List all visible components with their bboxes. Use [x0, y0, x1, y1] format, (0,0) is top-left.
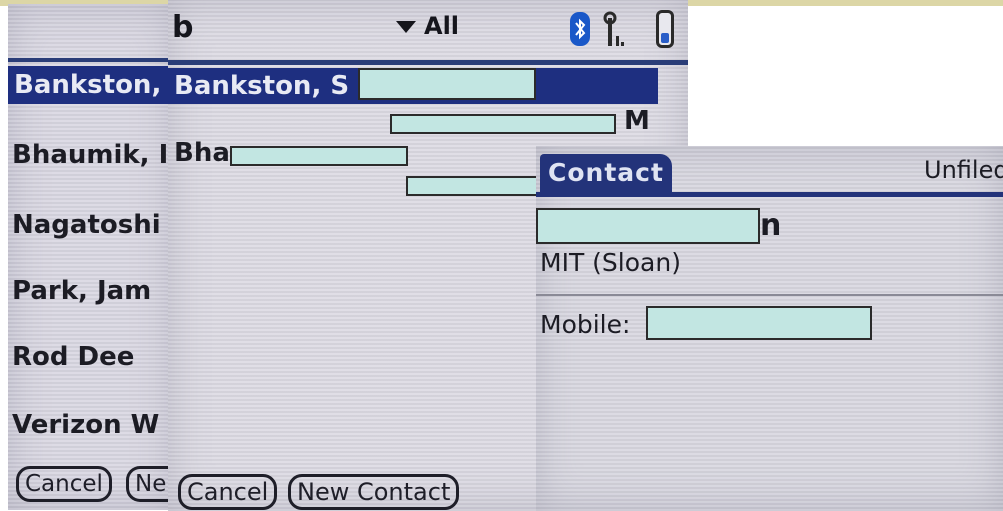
divider	[536, 294, 1003, 296]
cancel-button[interactable]: Cancel	[178, 474, 278, 510]
redaction-box	[536, 208, 760, 244]
list-item[interactable]: Nagatoshi	[12, 210, 161, 240]
category-dropdown[interactable]: All	[396, 12, 459, 40]
title-underline	[536, 192, 1003, 197]
form-title-tab: Contact	[540, 154, 672, 192]
list-item[interactable]: Verizon W	[12, 410, 159, 440]
redaction-box	[358, 68, 536, 100]
new-contact-button[interactable]: Ne	[126, 466, 173, 502]
bluetooth-icon[interactable]	[570, 12, 590, 46]
signal-icon	[603, 11, 624, 46]
mobile-label: Mobile:	[540, 310, 631, 339]
contact-name: n	[760, 208, 782, 243]
list-item[interactable]: Rod Dee	[12, 342, 134, 372]
battery-icon	[656, 10, 674, 48]
redaction-box	[390, 114, 616, 134]
new-contact-button[interactable]: New Contact	[288, 474, 460, 510]
list-item[interactable]: Bha	[174, 138, 230, 168]
contact-name: Bankston, S	[174, 71, 350, 101]
list-item[interactable]: Bhaumik, I	[12, 140, 168, 170]
cancel-button[interactable]: Cancel	[16, 466, 112, 502]
category-selector[interactable]: Unfiled	[924, 156, 1003, 184]
redaction-box	[406, 176, 556, 196]
dropdown-triangle-icon	[396, 21, 416, 33]
title-underline	[8, 58, 173, 62]
redaction-box	[646, 306, 872, 340]
company-field: MIT (Sloan)	[540, 248, 681, 277]
search-query[interactable]: b	[172, 10, 193, 45]
contact-list-screen: Bankston, Bhaumik, I Nagatoshi Park, Jam…	[8, 4, 173, 510]
category-label: All	[424, 12, 460, 40]
redaction-box	[230, 146, 408, 166]
title-underline	[168, 60, 688, 65]
contact-detail-screen: Contact Unfiled n MIT (Sloan) Mobile:	[536, 146, 1003, 511]
phone-type-label: M	[624, 106, 650, 136]
list-item-selected[interactable]: Bankston,	[8, 66, 173, 104]
list-item[interactable]: Park, Jam	[12, 276, 151, 306]
